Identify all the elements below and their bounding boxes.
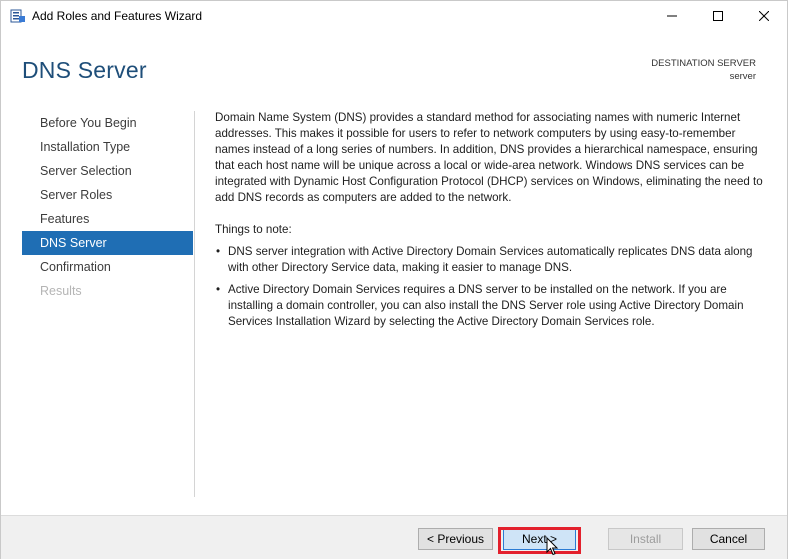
- notes-title: Things to note:: [215, 223, 292, 236]
- wizard-window: Add Roles and Features Wizard DNS Server…: [0, 0, 788, 559]
- destination-label: DESTINATION SERVER: [651, 58, 756, 69]
- title-bar[interactable]: Add Roles and Features Wizard: [1, 1, 787, 31]
- page-title: DNS Server: [22, 57, 147, 83]
- install-button: Install: [608, 528, 683, 550]
- wizard-nav: Before You Begin Installation Type Serve…: [22, 111, 193, 303]
- nav-item-results: Results: [40, 284, 82, 298]
- next-button[interactable]: Next >: [503, 528, 576, 550]
- nav-item-confirmation[interactable]: Confirmation: [22, 255, 193, 279]
- minimize-button[interactable]: [649, 1, 695, 31]
- maximize-button[interactable]: [695, 1, 741, 31]
- nav-item-server-roles[interactable]: Server Roles: [22, 183, 193, 207]
- maximize-icon: [713, 11, 723, 21]
- nav-divider: [194, 111, 195, 497]
- intro-text: Domain Name System (DNS) provides a stan…: [215, 111, 763, 204]
- close-icon: [759, 11, 769, 21]
- list-item: DNS server integration with Active Direc…: [215, 244, 765, 276]
- nav-item-features[interactable]: Features: [22, 207, 193, 231]
- cancel-button[interactable]: Cancel: [692, 528, 765, 550]
- mouse-pointer-icon: [546, 537, 559, 556]
- previous-button[interactable]: < Previous: [418, 528, 493, 550]
- footer-bar: < Previous Next > Install Cancel: [1, 515, 787, 559]
- server-manager-icon: [10, 8, 26, 24]
- list-item: Active Directory Domain Services require…: [215, 282, 765, 330]
- close-button[interactable]: [741, 1, 787, 31]
- nav-item-dns-server[interactable]: DNS Server: [22, 231, 193, 255]
- destination-server: DESTINATION SERVER server: [651, 57, 756, 83]
- nav-item-installation-type[interactable]: Installation Type: [22, 135, 193, 159]
- nav-item-server-selection[interactable]: Server Selection: [22, 159, 193, 183]
- content-pane: Domain Name System (DNS) provides a stan…: [215, 110, 765, 336]
- window-title: Add Roles and Features Wizard: [32, 9, 203, 23]
- nav-item-before-you-begin[interactable]: Before You Begin: [22, 111, 193, 135]
- destination-value: server: [729, 71, 756, 82]
- notes-list: DNS server integration with Active Direc…: [215, 244, 765, 330]
- minimize-icon: [667, 15, 677, 17]
